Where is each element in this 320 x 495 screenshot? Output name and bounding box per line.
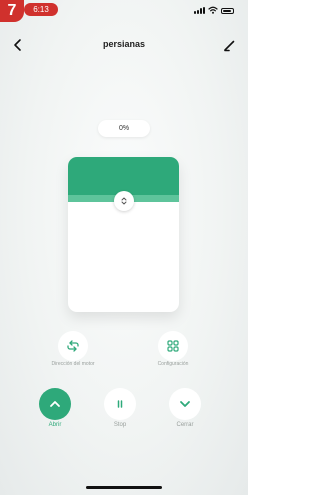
position-percent-label: 0% xyxy=(98,120,150,137)
signal-icon xyxy=(194,6,205,14)
close-button[interactable] xyxy=(169,388,201,420)
back-button[interactable] xyxy=(8,35,28,55)
chevron-up-icon xyxy=(50,401,60,407)
blind-visualizer[interactable] xyxy=(68,157,179,312)
chevron-left-icon xyxy=(14,39,21,51)
grid-icon xyxy=(167,340,179,352)
open-label: Abrir xyxy=(48,422,62,428)
open-button[interactable] xyxy=(39,388,71,420)
settings-button[interactable] xyxy=(158,331,188,361)
chevron-down-icon xyxy=(180,401,190,407)
page-title: persianas xyxy=(102,39,146,49)
system-icons xyxy=(194,6,234,14)
stop-label: Stop xyxy=(113,422,127,428)
nav-bar: persianas xyxy=(0,30,248,60)
settings-label: Configuración xyxy=(157,361,189,367)
status-bar: 7 6:13 xyxy=(0,0,248,28)
wifi-icon xyxy=(208,6,218,14)
edit-button[interactable] xyxy=(220,35,240,55)
home-indicator[interactable] xyxy=(86,486,162,489)
status-time: 6:13 xyxy=(24,3,58,16)
motor-direction-button[interactable] xyxy=(58,331,88,361)
reverse-icon xyxy=(67,340,79,352)
blind-control-screen: 7 6:13 persianas 0% Dirección del motor … xyxy=(0,0,248,495)
pause-icon xyxy=(117,400,123,408)
stop-button[interactable] xyxy=(104,388,136,420)
close-label: Cerrar xyxy=(176,422,194,428)
blind-drag-handle[interactable] xyxy=(114,191,134,211)
battery-icon xyxy=(221,8,234,14)
motor-direction-label: Dirección del motor xyxy=(51,361,95,367)
pencil-icon xyxy=(224,40,235,52)
up-down-arrows-icon xyxy=(121,197,127,205)
step-badge: 7 xyxy=(0,0,24,22)
